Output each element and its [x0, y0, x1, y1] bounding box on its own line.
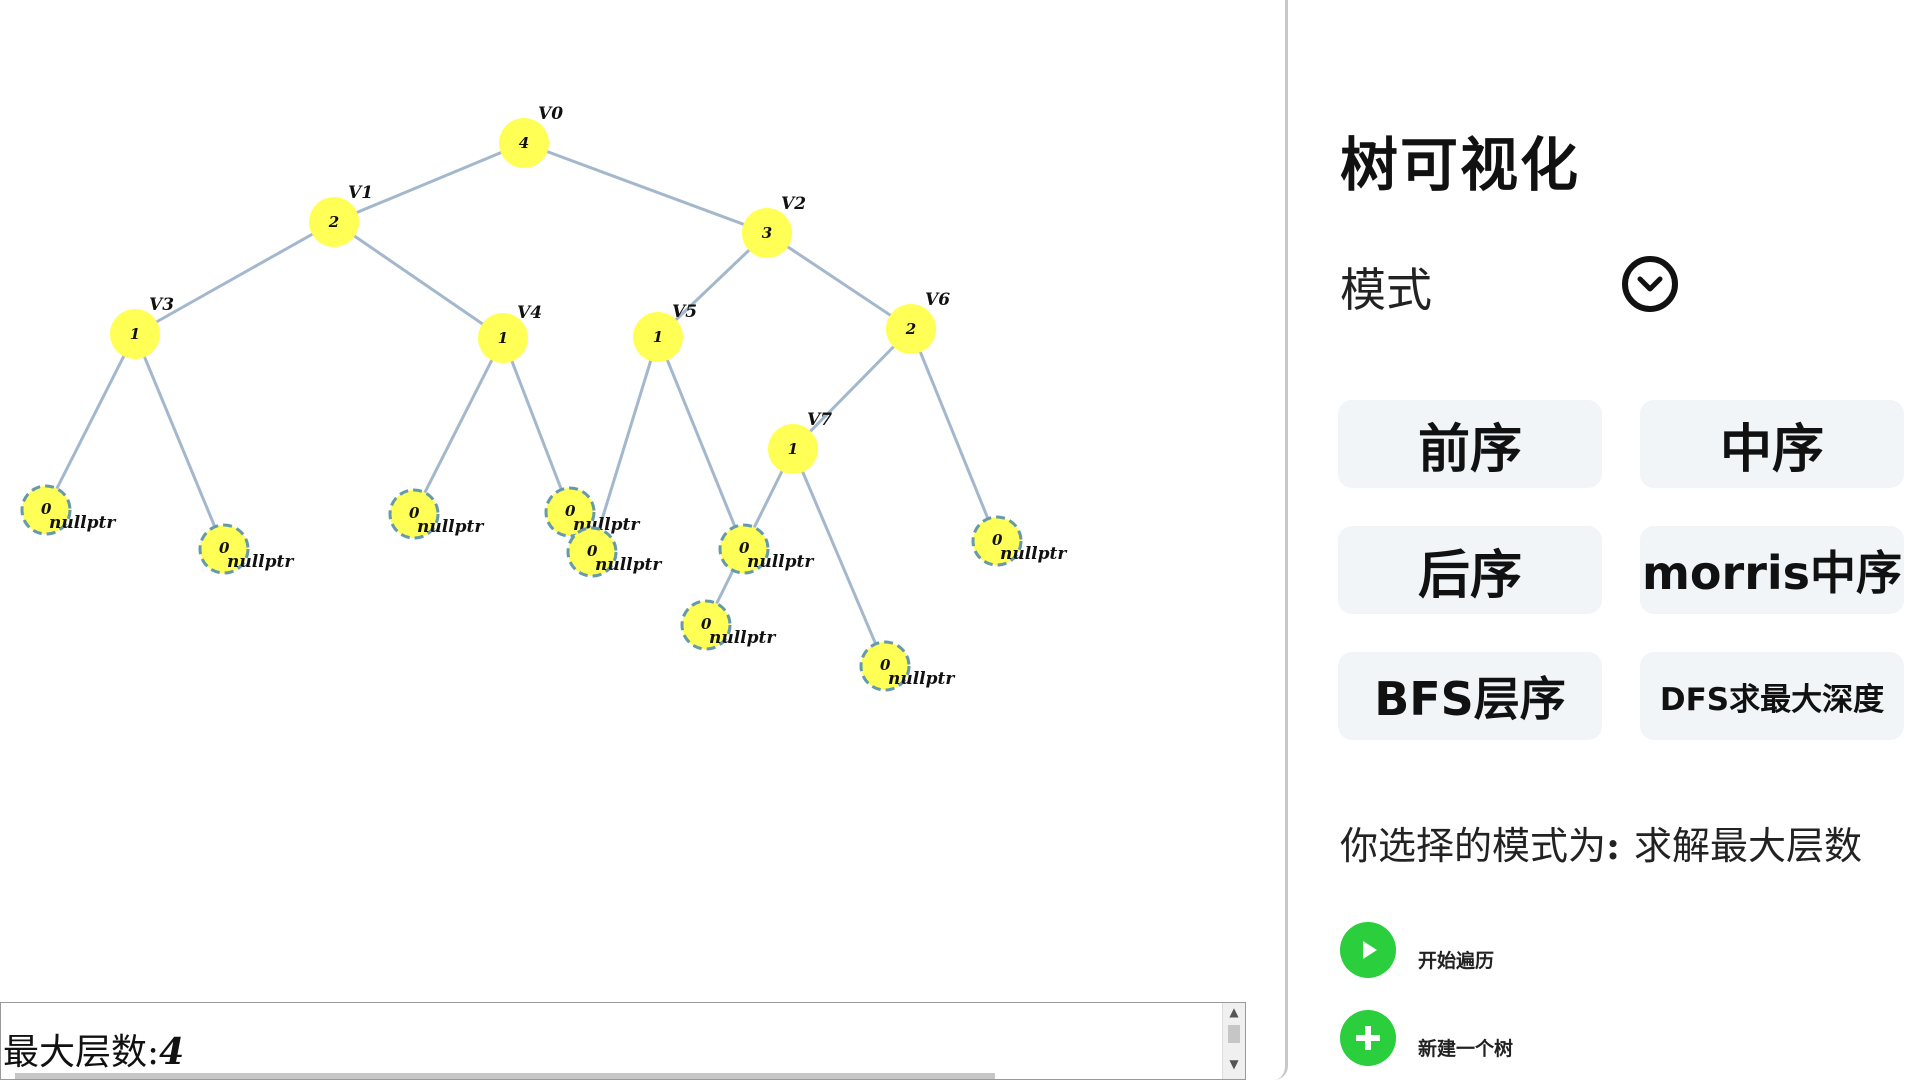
- node-label: V1: [348, 183, 373, 203]
- mode-dropdown-button[interactable]: [1622, 256, 1678, 312]
- selected-mode-text: 你选择的模式为: 求解最大层数: [1340, 815, 1862, 870]
- dfs-max-depth-button[interactable]: DFS求最大深度: [1640, 652, 1904, 740]
- start-traversal-label: 开始遍历: [1418, 949, 1495, 972]
- nullptr-label: nullptr: [595, 555, 662, 575]
- tree-edge-null: [501, 337, 572, 513]
- nullptr-label: nullptr: [888, 669, 955, 689]
- node-value: 1: [788, 440, 798, 458]
- nullptr-label: nullptr: [747, 552, 814, 572]
- node-value: 2: [905, 320, 916, 338]
- node-value: 4: [519, 134, 529, 152]
- morris-inorder-button[interactable]: morris中序: [1640, 526, 1904, 614]
- tree-edge: [333, 220, 504, 340]
- postorder-button[interactable]: 后序: [1338, 526, 1602, 614]
- mode-label: 模式: [1340, 263, 1432, 317]
- node-label: V7: [807, 410, 832, 430]
- tree-edge: [766, 231, 912, 331]
- bfs-level-order-button[interactable]: BFS层序: [1338, 652, 1602, 740]
- tree-edge: [523, 141, 768, 235]
- node-label: V0: [538, 104, 563, 124]
- node-value: 2: [328, 213, 339, 231]
- node-label: V4: [517, 303, 542, 323]
- output-label: 最大层数:: [3, 1032, 160, 1073]
- preorder-button[interactable]: 前序: [1338, 400, 1602, 488]
- selected-mode-value: 求解最大层数: [1634, 824, 1863, 868]
- scroll-up-icon[interactable]: ▲: [1223, 1003, 1245, 1021]
- node-value: 3: [762, 224, 772, 242]
- chevron-down-icon: [1637, 276, 1663, 292]
- tree-edge-null: [909, 328, 999, 542]
- nullptr-label: nullptr: [227, 552, 294, 572]
- start-traversal-button[interactable]: 开始遍历: [1340, 922, 1494, 978]
- output-box: 最大层数:4 ▲ ▼: [0, 1002, 1246, 1080]
- node-label: V6: [925, 290, 950, 310]
- page-title: 树可视化: [1340, 131, 1581, 199]
- tree-edge: [791, 327, 913, 451]
- nullptr-label: nullptr: [49, 513, 116, 533]
- node-value: 1: [498, 329, 508, 347]
- node-value: 1: [653, 328, 663, 346]
- plus-icon[interactable]: [1340, 1010, 1396, 1066]
- output-scrollbar[interactable]: ▲ ▼: [1222, 1003, 1245, 1079]
- control-panel: 树可视化 模式 前序 中序 后序 morris中序 BFS层序 DFS求最大深度…: [1288, 0, 1920, 1080]
- tree-edge-null: [133, 333, 226, 550]
- output-value: 4: [159, 1031, 185, 1073]
- inorder-button[interactable]: 中序: [1640, 400, 1904, 488]
- output-text: 最大层数:4: [3, 1023, 184, 1075]
- node-label: V2: [781, 194, 806, 214]
- tree-edge-null: [412, 337, 505, 515]
- scroll-thumb[interactable]: [1228, 1025, 1240, 1043]
- node-label: V3: [149, 295, 174, 315]
- new-tree-button[interactable]: 新建一个树: [1340, 1010, 1513, 1066]
- tree-canvas: 0nullptr0nullptr0nullptr0nullptr0nullptr…: [20, 104, 1067, 692]
- nullptr-label: nullptr: [1000, 544, 1067, 564]
- node-value: 1: [130, 325, 140, 343]
- tree-edge-null: [44, 333, 137, 511]
- node-label: V5: [672, 302, 697, 322]
- tree-edge-null: [656, 336, 746, 550]
- nullptr-label: nullptr: [709, 628, 776, 648]
- play-icon[interactable]: [1340, 922, 1396, 978]
- tree-canvas-panel: 0 nullptr 0 nullptr 0 nullptr 0 nullptr 0 nullptr…: [0, 0, 1288, 1080]
- output-horizontal-scrollbar[interactable]: [15, 1073, 995, 1079]
- nullptr-label: nullptr: [417, 517, 484, 537]
- tree-edge: [134, 220, 335, 336]
- new-tree-label: 新建一个树: [1418, 1037, 1514, 1060]
- selected-mode-prefix: 你选择的模式为: [1340, 824, 1607, 868]
- selected-mode-colon: :: [1606, 823, 1621, 868]
- scroll-down-icon[interactable]: ▼: [1223, 1055, 1245, 1073]
